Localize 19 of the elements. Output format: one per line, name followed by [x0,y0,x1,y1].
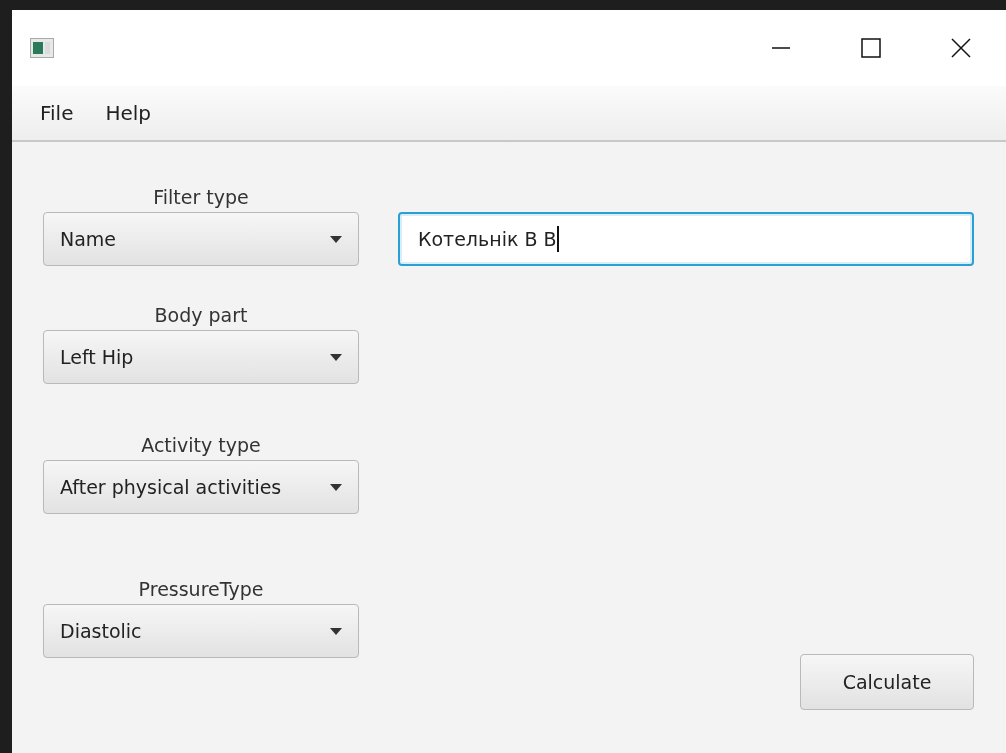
app-icon [30,38,54,58]
caret-icon [330,483,342,491]
dropdown-label: Body part [154,304,248,326]
menu-item[interactable]: Help [99,97,158,129]
maximize-icon[interactable] [861,38,881,58]
close-icon[interactable] [951,38,971,58]
caret-icon [330,627,342,635]
dropdown[interactable]: Left Hip [43,330,359,384]
dropdown-label: Activity type [141,434,261,456]
dropdown-label: Filter type [153,186,249,208]
caret-icon [330,235,342,243]
dropdown-label: PressureType [138,578,264,600]
input-field[interactable]: Котельнік В В [398,212,974,266]
menu-item[interactable]: File [34,97,80,129]
dropdown[interactable]: Name [43,212,359,266]
dropdown[interactable]: Diastolic [43,604,359,658]
calculate-button[interactable]: Calculate [800,654,974,710]
caret-icon [330,353,342,361]
dropdown[interactable]: After physical activities [43,460,359,514]
